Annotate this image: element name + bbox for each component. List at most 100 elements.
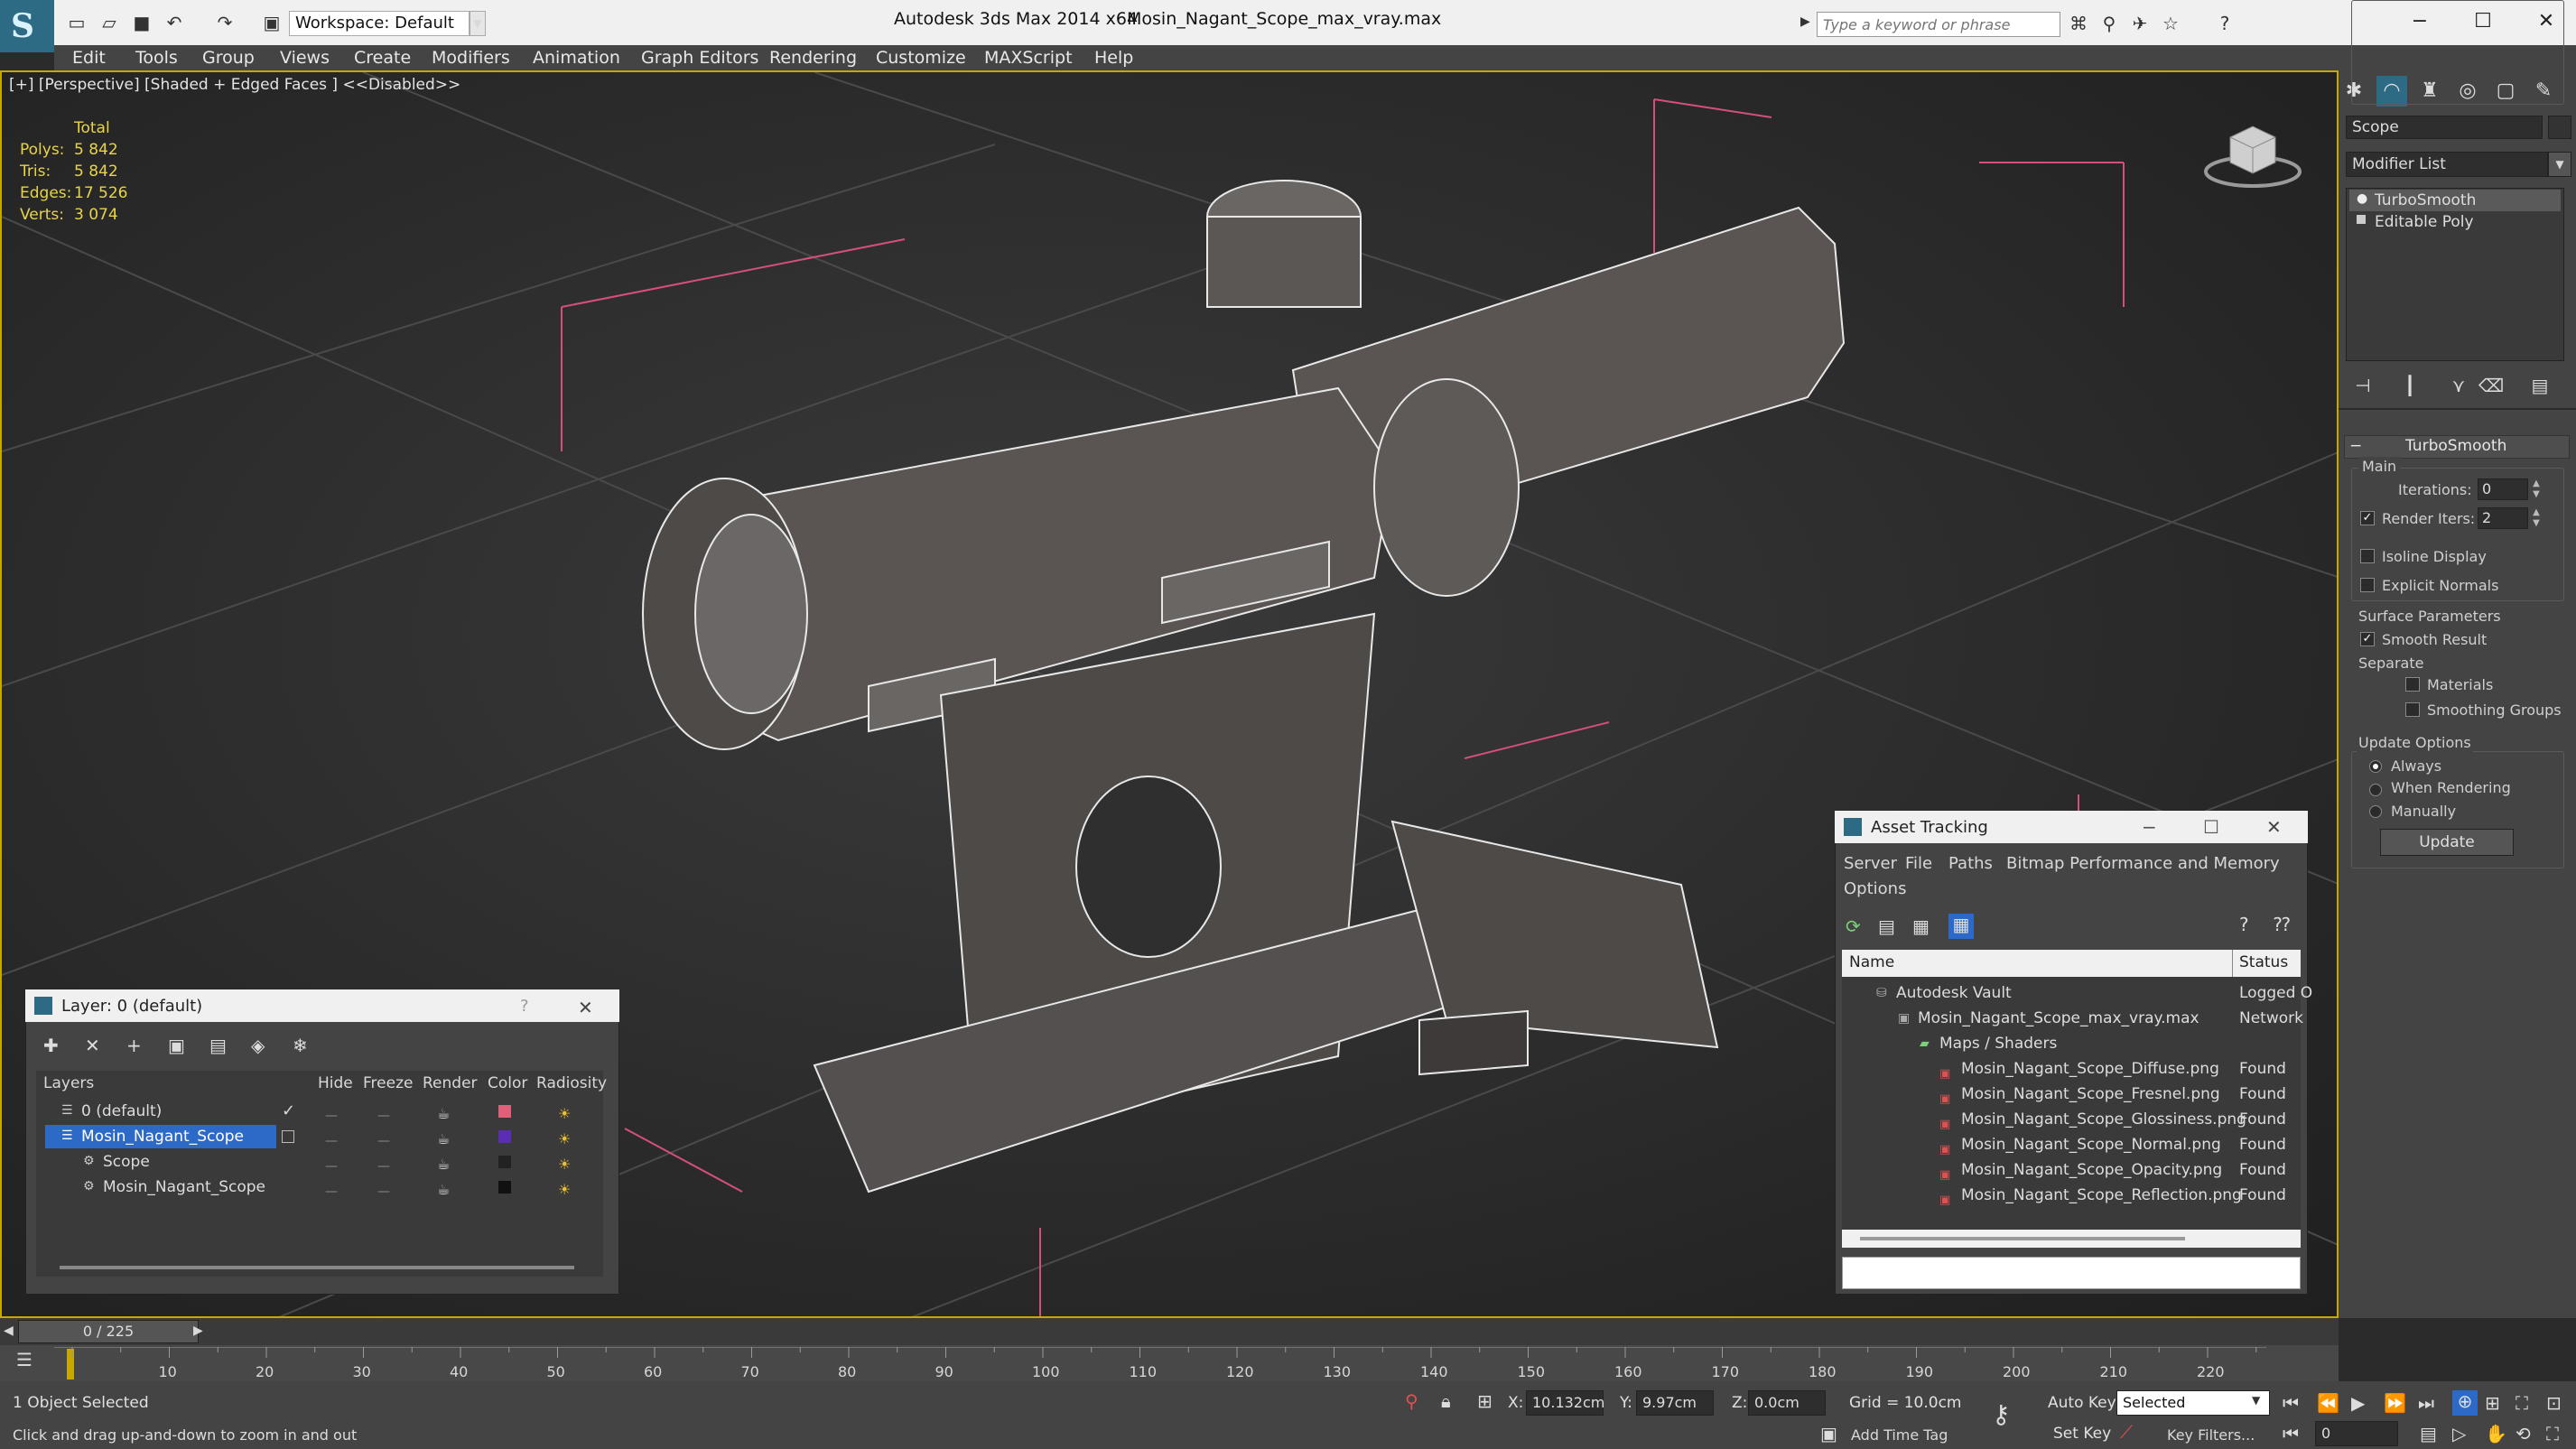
col-freeze[interactable]: Freeze — [363, 1074, 413, 1092]
chevron-down-icon[interactable]: ▼ — [2252, 1394, 2260, 1407]
menu-edit[interactable]: Edit — [72, 45, 106, 70]
materials-checkbox[interactable] — [2405, 677, 2420, 692]
maximize-viewport-icon[interactable]: ⛶ — [2546, 1423, 2559, 1444]
orbit-icon[interactable]: ⟲ — [2516, 1423, 2531, 1444]
stack-item-turbosmooth[interactable]: TurboSmooth — [2349, 190, 2561, 211]
menu-file[interactable]: File — [1905, 854, 1932, 873]
viewport-label[interactable]: [+] [Perspective] [Shaded + Edged Faces … — [9, 76, 460, 94]
render-iters-checkbox[interactable]: ✓ — [2360, 511, 2375, 525]
menu-graph-editors[interactable]: Graph Editors — [641, 45, 758, 70]
hide-all-icon[interactable]: ◈ — [251, 1035, 265, 1056]
context-help-icon[interactable]: ⁇ — [2274, 914, 2290, 935]
layer-color-swatch[interactable] — [498, 1105, 511, 1118]
object-color-swatch[interactable] — [2548, 116, 2571, 139]
freeze-toggles[interactable]: — — — — — [377, 1103, 390, 1204]
time-slider-thumb[interactable]: 0 / 225 — [18, 1320, 199, 1343]
help-icon[interactable]: ? — [2239, 914, 2249, 935]
horizontal-scrollbar[interactable] — [60, 1266, 574, 1269]
menu-maxscript[interactable]: MAXScript — [984, 45, 1073, 70]
asset-row-name[interactable]: Mosin_Nagant_Scope_Diffuse.png — [1961, 1056, 2219, 1082]
goto-end-icon[interactable]: ⏭ — [2418, 1392, 2434, 1414]
asset-row-name[interactable]: Mosin_Nagant_Scope_Opacity.png — [1961, 1157, 2222, 1183]
field-of-view-icon[interactable]: ▷ — [2452, 1423, 2466, 1444]
asset-row-name[interactable]: Maps / Shaders — [1939, 1031, 2057, 1056]
make-unique-icon[interactable]: ⋎ — [2443, 372, 2474, 399]
active-layer-check-icon[interactable]: ✓ — [282, 1101, 295, 1120]
delete-layer-icon[interactable]: ✕ — [85, 1035, 100, 1056]
asset-row-name[interactable]: Mosin_Nagant_Scope_Fresnel.png — [1961, 1082, 2220, 1107]
open-file-icon[interactable]: ▱ — [98, 11, 121, 34]
asset-row-name[interactable]: Mosin_Nagant_Scope_max_vray.max — [1918, 1006, 2199, 1031]
chevron-down-icon[interactable]: ▼ — [470, 11, 486, 36]
spinner-arrows-icon[interactable]: ▲ ▼ — [2530, 478, 2543, 500]
key-filters-button[interactable]: Key Filters... — [2167, 1426, 2255, 1444]
layer-color-swatch[interactable] — [498, 1130, 511, 1143]
menu-create[interactable]: Create — [354, 45, 411, 70]
minimize-icon[interactable]: − — [2142, 816, 2157, 838]
favorites-star-icon[interactable]: ☆ — [2160, 13, 2181, 34]
play-icon[interactable]: ▶ — [2351, 1392, 2365, 1414]
mini-curve-editor-icon[interactable]: ☰ — [16, 1349, 33, 1370]
layer-color-swatch[interactable] — [498, 1156, 511, 1168]
zoom-all-icon[interactable]: ⊞ — [2485, 1392, 2500, 1414]
when-rendering-radio[interactable] — [2369, 784, 2382, 796]
explicit-normals-checkbox[interactable] — [2360, 578, 2375, 592]
next-key-icon[interactable]: ⏩ — [2384, 1392, 2406, 1414]
zoom-extents-icon[interactable]: ⛶ — [2516, 1392, 2528, 1414]
col-hide[interactable]: Hide — [318, 1074, 353, 1092]
manually-radio[interactable] — [2369, 805, 2382, 818]
menu-views[interactable]: Views — [280, 45, 330, 70]
undo-icon[interactable]: ↶ — [163, 11, 186, 34]
list-view-icon[interactable]: ▤ — [1878, 915, 1895, 937]
time-slider-track[interactable] — [0, 1318, 2339, 1345]
table-view-icon[interactable]: ▦ — [1912, 915, 1930, 937]
key-mode-icon[interactable]: ⏮ — [2283, 1423, 2299, 1444]
menu-help[interactable]: Help — [1094, 45, 1133, 70]
freeze-all-icon[interactable]: ❄ — [293, 1035, 308, 1056]
asset-row-name[interactable]: Mosin_Nagant_Scope_Reflection.png — [1961, 1183, 2242, 1208]
spinner-arrows-icon[interactable]: ▲ ▼ — [2530, 507, 2543, 529]
search-input[interactable] — [1817, 12, 2060, 37]
auto-key-button[interactable]: Auto Key — [2048, 1394, 2116, 1412]
zoom-extents-all-icon[interactable]: ⊡ — [2546, 1392, 2562, 1414]
x-coordinate-field[interactable]: 10.132cm — [1526, 1390, 1604, 1416]
chevron-down-icon[interactable]: ▼ — [2548, 152, 2571, 177]
menu-options[interactable]: Options — [1844, 879, 1906, 898]
project-folder-icon[interactable]: ▣ — [260, 11, 284, 34]
highlight-layer-icon[interactable]: ▤ — [209, 1035, 227, 1056]
binoculars-icon[interactable]: ⌘ — [2068, 13, 2089, 34]
help-icon[interactable]: ? — [520, 997, 529, 1016]
close-icon[interactable]: ✕ — [2266, 816, 2282, 838]
active-layer-checkbox[interactable] — [282, 1130, 294, 1143]
asset-row-name[interactable]: Autodesk Vault — [1896, 980, 2012, 1006]
new-file-icon[interactable]: ▭ — [65, 11, 88, 34]
update-button[interactable]: Update — [2380, 829, 2514, 856]
col-render[interactable]: Render — [423, 1074, 478, 1092]
show-end-result-icon[interactable]: ┃ — [2395, 372, 2425, 399]
col-status[interactable]: Status — [2239, 953, 2288, 971]
smooth-result-checkbox[interactable]: ✓ — [2360, 632, 2375, 646]
app-logo-icon[interactable]: S — [0, 0, 54, 52]
render-iters-spinner[interactable]: 2 — [2478, 507, 2528, 529]
asset-path-field[interactable] — [1842, 1257, 2301, 1289]
col-name[interactable]: Name — [1849, 953, 1894, 971]
workspace-dropdown[interactable]: Workspace: Default — [289, 11, 470, 36]
grid-view-icon[interactable]: ▦ — [1948, 914, 1974, 939]
remove-modifier-icon[interactable]: ⌫ — [2476, 372, 2506, 399]
menu-server[interactable]: Server — [1844, 854, 1897, 873]
next-frame-icon[interactable]: ▶ — [193, 1324, 203, 1338]
redo-icon[interactable]: ↷ — [213, 11, 237, 34]
iterations-spinner[interactable]: 0 — [2478, 478, 2528, 500]
communication-icon[interactable]: ✈ — [2129, 13, 2151, 34]
prev-key-icon[interactable]: ⏪ — [2317, 1392, 2339, 1414]
refresh-icon[interactable]: ⟳ — [1846, 915, 1861, 937]
maximize-icon[interactable]: ☐ — [2203, 816, 2219, 838]
col-layers[interactable]: Layers — [43, 1074, 94, 1092]
pan-icon[interactable]: ✋ — [2485, 1423, 2507, 1444]
layer-color-swatch[interactable] — [498, 1181, 511, 1194]
asset-hscroll-thumb[interactable] — [1860, 1237, 2185, 1240]
menu-tools[interactable]: Tools — [135, 45, 178, 70]
current-frame-field[interactable]: 0 — [2315, 1421, 2398, 1446]
menu-animation[interactable]: Animation — [533, 45, 620, 70]
asset-row-name[interactable]: Mosin_Nagant_Scope_Normal.png — [1961, 1132, 2221, 1157]
